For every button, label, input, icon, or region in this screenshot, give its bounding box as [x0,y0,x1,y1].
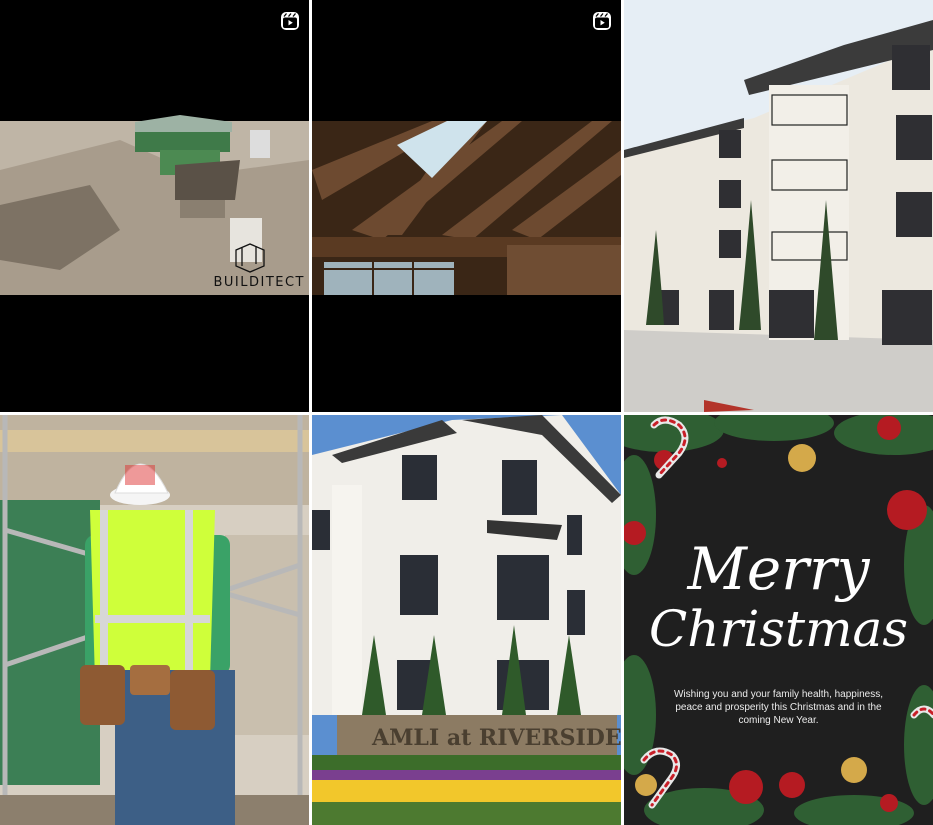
apartment-building-photo [624,0,933,412]
merry-headline: Merry [687,535,870,603]
builditect-watermark: BUILDITECT [213,275,305,290]
worker-photo [0,415,309,825]
amli-riverside-photo: AMLI at RIVERSIDE [312,415,621,825]
framing-interior-thumbnail [312,0,621,412]
post-tile-apartment-building[interactable] [624,0,933,412]
post-tile-amli-riverside[interactable]: AMLI at RIVERSIDE [312,415,621,825]
christmas-message: Wishing you and your family health, happ… [673,689,883,726]
reels-icon [281,12,299,30]
amli-sign-text: AMLI at RIVERSIDE [371,725,621,751]
post-tile-framing-reel[interactable] [312,0,621,412]
post-tile-worker[interactable] [0,415,309,825]
reels-icon [593,12,611,30]
profile-post-grid: BUILDITECT AMLI at RIVERSIDE Merry Chris… [0,0,933,825]
post-tile-drone-reel[interactable]: BUILDITECT [0,0,309,412]
drone-aerial-thumbnail [0,0,309,412]
christmas-headline: Christmas [649,600,908,658]
post-tile-merry-christmas[interactable]: Merry Christmas Wishing you and your fam… [624,415,933,825]
